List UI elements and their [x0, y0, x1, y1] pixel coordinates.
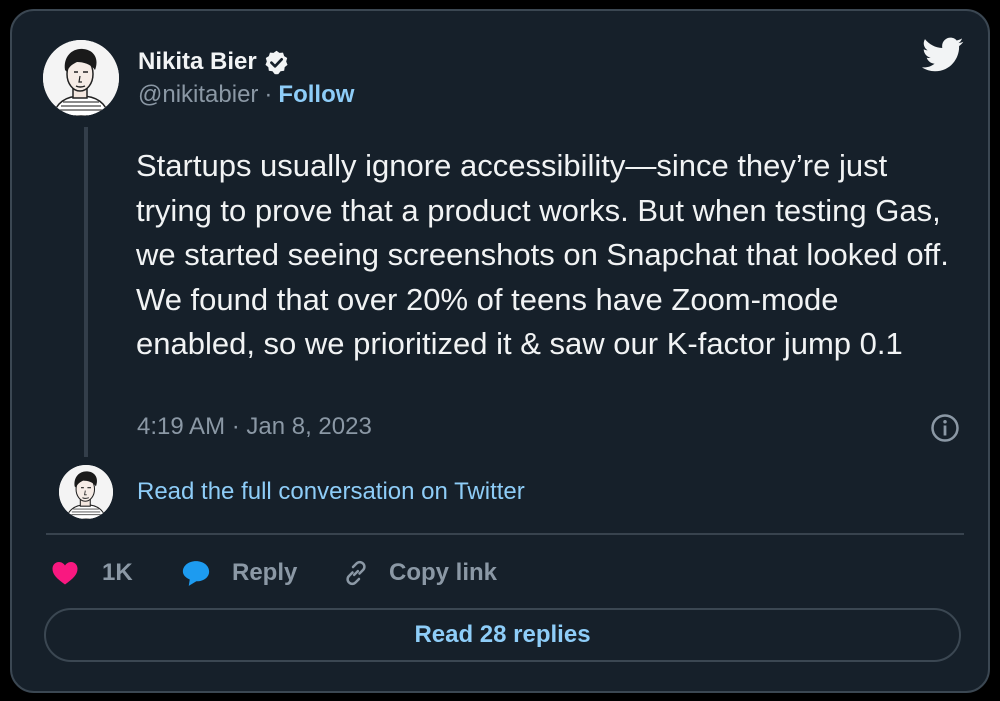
twitter-bird-icon[interactable] — [922, 37, 964, 73]
conversation-avatar[interactable] — [59, 465, 113, 519]
copy-link-button[interactable]: Copy link — [341, 557, 497, 589]
read-conversation-link[interactable]: Read the full conversation on Twitter — [137, 478, 525, 506]
tweet-timestamp[interactable]: 4:19 AM · Jan 8, 2023 — [137, 413, 372, 441]
verified-badge-icon — [265, 50, 288, 74]
info-icon[interactable] — [930, 413, 960, 443]
reply-button[interactable]: Reply — [180, 557, 297, 589]
actions-divider — [46, 533, 964, 535]
author-name[interactable]: Nikita Bier — [138, 48, 257, 76]
author-handle[interactable]: @nikitabier — [138, 81, 258, 109]
tweet-text: Startups usually ignore accessibility—si… — [136, 148, 949, 361]
author-name-row[interactable]: Nikita Bier — [138, 45, 290, 79]
handle-separator: · — [264, 81, 273, 108]
author-portrait-illustration — [43, 40, 119, 116]
author-portrait-illustration — [59, 465, 113, 519]
author-avatar[interactable] — [43, 40, 119, 116]
link-icon — [346, 560, 366, 586]
read-replies-button[interactable]: Read 28 replies — [44, 608, 961, 662]
like-button[interactable]: 1K — [50, 557, 133, 589]
speech-bubble-icon — [182, 561, 210, 586]
follow-link[interactable]: Follow — [278, 81, 354, 109]
reply-label: Reply — [232, 559, 298, 586]
heart-icon — [52, 562, 78, 585]
tweet-embed-card: Nikita Bier @nikitabier · Follow Startup… — [10, 9, 990, 693]
author-handle-row: @nikitabier · Follow — [138, 79, 354, 111]
copy-link-label: Copy link — [389, 559, 498, 586]
like-count: 1K — [102, 559, 133, 586]
thread-connector-line — [84, 127, 88, 457]
